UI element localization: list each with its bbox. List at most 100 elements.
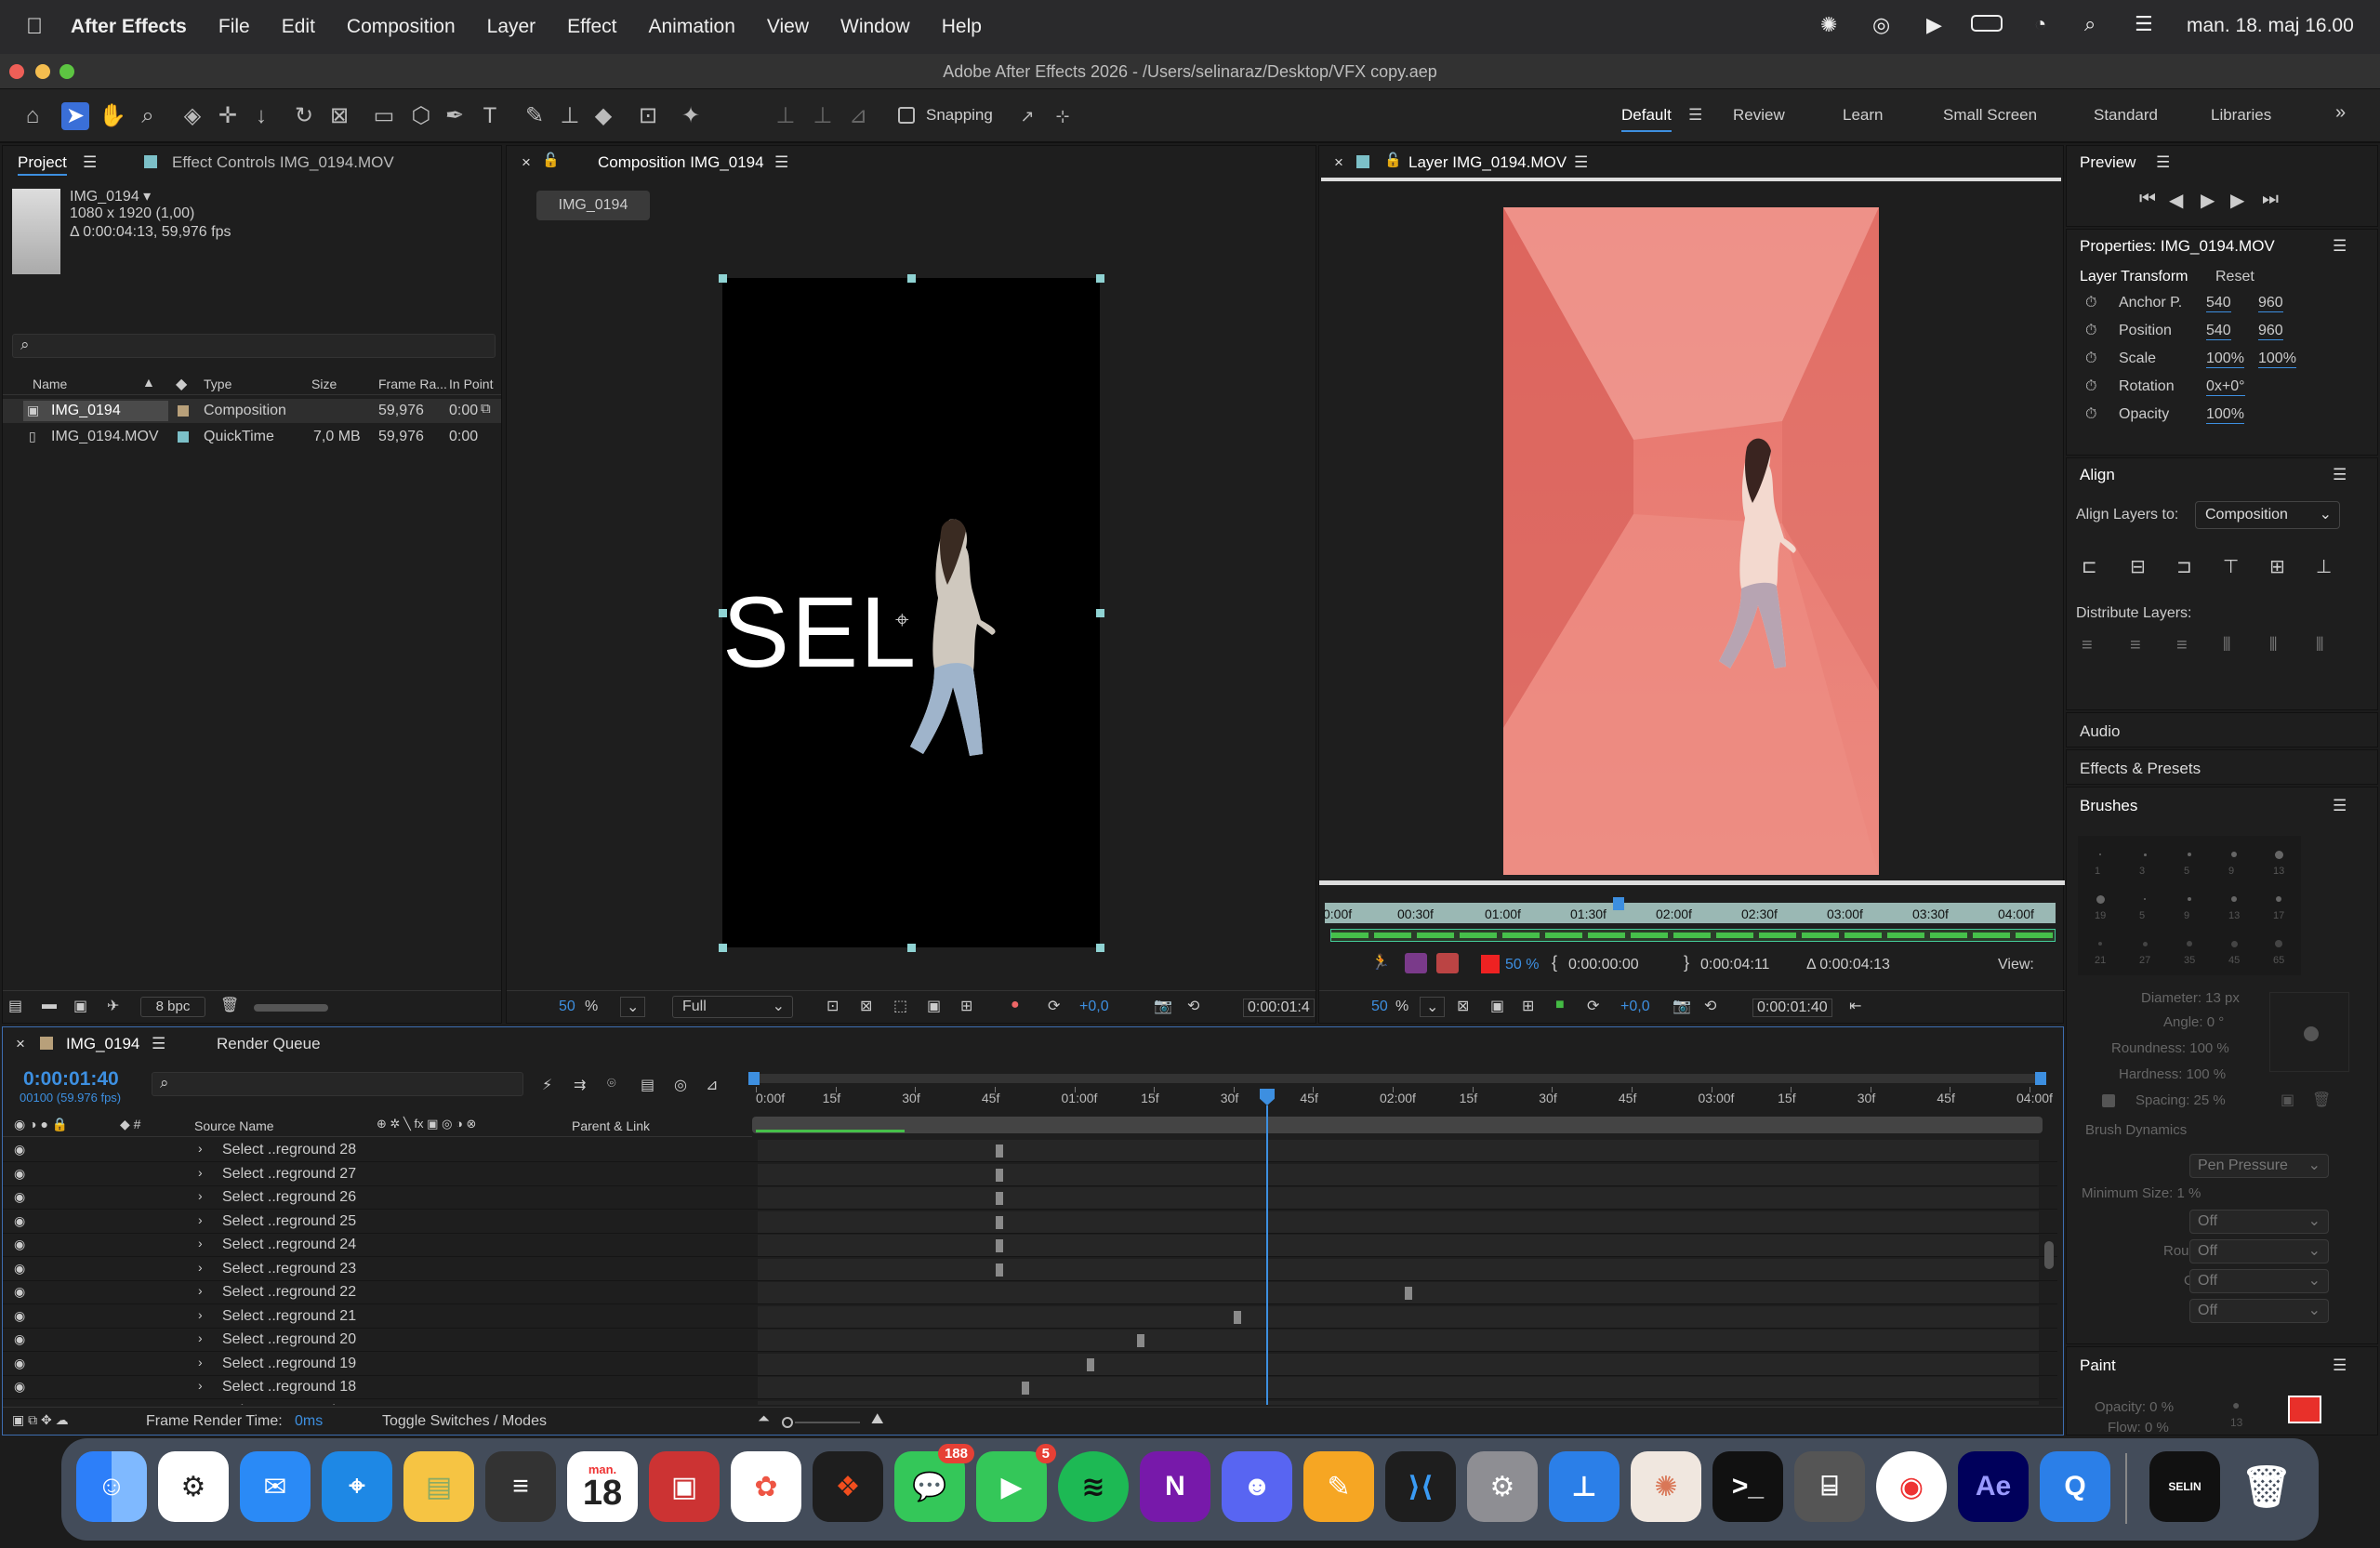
time-ruler[interactable]: 0:00f 15f 30f 45f 01:00f 15f 30f 45f 02:00f 15f 30… (752, 1087, 2053, 1111)
freeze-icon[interactable]: ⇤ (1849, 997, 1861, 1015)
minimized-window-thumbnail[interactable]: SELIN (2149, 1451, 2220, 1522)
distribute-bottom-icon[interactable]: ≡ (2176, 635, 2188, 656)
terminal-icon[interactable]: >_ (1712, 1451, 1783, 1522)
brush-tip[interactable] (2231, 852, 2237, 857)
layer-bar[interactable] (758, 1258, 2039, 1280)
distribute-vcenter-icon[interactable]: ≡ (2130, 635, 2141, 656)
play-icon[interactable]: ▶ (2201, 189, 2215, 212)
menu-effect[interactable]: Effect (567, 16, 616, 38)
control-center-icon[interactable]: ☰ (2135, 12, 2153, 36)
align-left-icon[interactable]: ⊏ (2082, 555, 2097, 578)
col-name[interactable]: Name (33, 377, 67, 391)
stopwatch-icon[interactable]: ⏱ (2085, 351, 2096, 367)
brush-tip[interactable] (2276, 896, 2281, 902)
dolly-camera-icon[interactable]: ↓ (247, 102, 275, 130)
close-layer-icon[interactable]: × (1334, 153, 1343, 172)
timeline-layer-row[interactable]: ◉ › Select ..reground 27 (3, 1163, 2057, 1186)
prop-value-2[interactable]: 100% (2258, 351, 2296, 368)
pages-icon[interactable]: ✎ (1303, 1451, 1374, 1522)
comp-current-time[interactable]: 0:00:01:4 (1243, 999, 1315, 1017)
minimize-window-button[interactable] (35, 64, 50, 79)
layer-name[interactable]: Select ..reground 23 (222, 1261, 356, 1277)
visibility-eye-icon[interactable]: ◉ (14, 1237, 25, 1252)
menu-file[interactable]: File (218, 16, 250, 38)
zoom-slider-knob[interactable] (782, 1417, 793, 1428)
system-settings-icon[interactable]: ⚙ (1467, 1451, 1538, 1522)
new-comp-icon[interactable]: ▣ (73, 997, 87, 1015)
calendar-icon[interactable]: man. 18 (567, 1451, 638, 1522)
project-item-comp[interactable]: ▣ IMG_0194 Composition 59,976 0:00 ⧉ (3, 399, 501, 423)
figma-icon[interactable]: ❖ (813, 1451, 883, 1522)
workspace-default[interactable]: Default (1621, 106, 1672, 132)
notes-alt-icon[interactable]: ▤ (403, 1451, 474, 1522)
timeline-menu-icon[interactable]: ☰ (152, 1035, 165, 1053)
align-vcenter-icon[interactable]: ⊞ (2269, 555, 2285, 578)
hand-tool-icon[interactable]: ✋ (99, 102, 126, 130)
vscode-icon[interactable]: ⟩⟨ (1385, 1451, 1456, 1522)
layer-bar[interactable] (758, 1400, 2039, 1405)
align-hcenter-icon[interactable]: ⊟ (2130, 555, 2146, 578)
close-timeline-icon[interactable]: × (16, 1035, 25, 1053)
keyframe-marker[interactable] (996, 1192, 1003, 1205)
menu-edit[interactable]: Edit (282, 16, 315, 38)
expand-twirl-icon[interactable]: › (198, 1165, 203, 1180)
keynote-icon[interactable]: ⊥ (1549, 1451, 1620, 1522)
photobooth-icon[interactable]: ▣ (649, 1451, 720, 1522)
show-snapshot-icon[interactable]: ⟲ (1187, 997, 1199, 1015)
delete-brush-icon[interactable]: 🗑 (2312, 1091, 2331, 1109)
prop-value-2[interactable]: 960 (2258, 295, 2283, 312)
comp-breadcrumb[interactable]: IMG_0194 (536, 191, 650, 220)
brush-tip[interactable] (2142, 941, 2148, 946)
visibility-eye-icon[interactable]: ◉ (14, 1308, 25, 1324)
lock-icon[interactable]: 🔓 (1384, 152, 1402, 168)
snapshot-icon[interactable]: 📷 (1673, 997, 1691, 1015)
layer-trim-bar[interactable] (1330, 929, 2056, 942)
expand-twirl-icon[interactable]: › (198, 1378, 203, 1393)
roto-icon[interactable] (1405, 953, 1427, 973)
timeline-layer-row[interactable]: ◉ › Select ..reground 25 (3, 1211, 2057, 1234)
effects-title[interactable]: Effects & Presets (2080, 760, 2201, 778)
snapshot-icon[interactable]: 📷 (1154, 997, 1172, 1015)
tab-composition[interactable]: Composition IMG_0194 (598, 153, 764, 172)
project-search-input[interactable]: ⌕ (12, 334, 496, 358)
close-comp-icon[interactable]: × (522, 153, 531, 172)
color-management-icon[interactable]: ⟳ (1587, 997, 1599, 1015)
parent-link-header[interactable]: Parent & Link (572, 1118, 650, 1133)
claude-icon[interactable]: ✺ (1631, 1451, 1701, 1522)
handle-tl[interactable] (719, 274, 727, 283)
brush-tip[interactable] (2098, 942, 2102, 946)
wifi-icon[interactable]: ◔ (2034, 12, 2046, 36)
timeline-layer-row[interactable]: ◉ › Select ..reground 19 (3, 1353, 2057, 1376)
layer-menu-icon[interactable]: ☰ (1574, 153, 1588, 172)
flowchart-icon[interactable]: ⧉ (481, 401, 491, 417)
pen-tool-icon[interactable]: ✒ (441, 102, 469, 130)
cc-icon[interactable]: ◎ (1872, 13, 1890, 37)
paint-title[interactable]: Paint (2080, 1356, 2116, 1375)
handle-bl[interactable] (719, 944, 727, 952)
last-frame-icon[interactable]: ⏭ (2262, 189, 2279, 210)
brush-tip[interactable] (2099, 853, 2101, 855)
layer-bar[interactable] (758, 1330, 2039, 1351)
shy-icon[interactable]: ⌾ (607, 1076, 616, 1092)
layer-name[interactable]: Select ..reground 28 (222, 1142, 356, 1158)
layer-bar[interactable] (758, 1282, 2039, 1303)
work-area-start[interactable] (748, 1072, 760, 1085)
footer-icons[interactable]: ▣ ⧉ ✥ ☁ (12, 1412, 69, 1428)
new-brush-icon[interactable]: ▣ (2281, 1091, 2294, 1109)
3d-view-icon[interactable]: ▣ (927, 997, 941, 1015)
mask-path-icon[interactable]: ⬚ (893, 997, 907, 1015)
expand-twirl-icon[interactable]: › (198, 1330, 203, 1345)
brushes-menu-icon[interactable]: ☰ (2333, 797, 2347, 815)
brightness-icon[interactable]: ✺ (1820, 13, 1837, 37)
work-area-bar[interactable] (748, 1072, 2046, 1085)
layer-zoom-dropdown[interactable]: ⌄ (1420, 997, 1446, 1017)
next-frame-icon[interactable]: ▶ (2230, 189, 2244, 212)
more-workspaces-icon[interactable]: » (2335, 102, 2346, 124)
timeline-layer-row[interactable]: ◉ › Select ..reground 26 (3, 1186, 2057, 1210)
disk-utility-icon[interactable]: ⌸ (1794, 1451, 1865, 1522)
interpret-footage-icon[interactable]: ▤ (8, 997, 22, 1015)
region-interest-icon[interactable]: ⊡ (826, 997, 839, 1015)
workspace-standard[interactable]: Standard (2094, 106, 2158, 125)
tab-effect-controls[interactable]: Effect Controls IMG_0194.MOV (172, 153, 394, 172)
tab-layer[interactable]: Layer IMG_0194.MOV (1408, 153, 1567, 172)
